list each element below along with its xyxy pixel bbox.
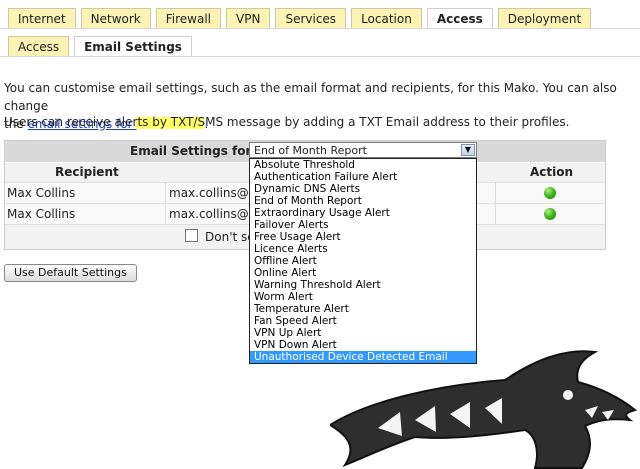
tab-divider bbox=[0, 28, 640, 29]
checkbox-label: Don't se bbox=[205, 230, 255, 244]
dropdown-option[interactable]: Offline Alert bbox=[250, 255, 476, 267]
dropdown-option[interactable]: End of Month Report bbox=[250, 195, 476, 207]
dropdown-option[interactable]: Absolute Threshold bbox=[250, 159, 476, 171]
status-green-icon[interactable] bbox=[544, 187, 556, 199]
col-recipient: Recipient bbox=[55, 165, 119, 179]
tab-vpn[interactable]: VPN bbox=[226, 8, 271, 28]
dont-send-checkbox[interactable] bbox=[185, 229, 198, 242]
tab-location[interactable]: Location bbox=[351, 8, 422, 28]
dropdown-option[interactable]: Worm Alert bbox=[250, 291, 476, 303]
subtab-divider bbox=[0, 56, 640, 57]
subtab-access[interactable]: Access bbox=[8, 36, 70, 56]
main-tab-bar: Internet Network Firewall VPN Services L… bbox=[8, 8, 596, 28]
subtab-email-settings[interactable]: Email Settings bbox=[74, 36, 192, 56]
dropdown-option[interactable]: Temperature Alert bbox=[250, 303, 476, 315]
status-green-icon[interactable] bbox=[544, 208, 556, 220]
tab-internet[interactable]: Internet bbox=[8, 8, 76, 28]
dropdown-option[interactable]: Failover Alerts bbox=[250, 219, 476, 231]
report-type-select[interactable]: End of Month Report ▼ bbox=[249, 142, 477, 158]
dropdown-option[interactable]: Fan Speed Alert bbox=[250, 315, 476, 327]
recipient-name: Max Collins bbox=[7, 207, 76, 221]
sms-info-text: Users can receive alerts by TXT/SMS mess… bbox=[4, 115, 570, 129]
chevron-down-icon[interactable]: ▼ bbox=[461, 144, 475, 156]
dropdown-option[interactable]: VPN Up Alert bbox=[250, 327, 476, 339]
dropdown-option[interactable]: Warning Threshold Alert bbox=[250, 279, 476, 291]
tab-deployment[interactable]: Deployment bbox=[497, 8, 592, 28]
dropdown-option[interactable]: Free Usage Alert bbox=[250, 231, 476, 243]
tab-access[interactable]: Access bbox=[426, 8, 493, 28]
recipient-email: max.collins@ir bbox=[169, 186, 258, 200]
report-type-dropdown: Absolute Threshold Authentication Failur… bbox=[249, 158, 477, 364]
tab-services[interactable]: Services bbox=[275, 8, 347, 28]
dropdown-option[interactable]: Dynamic DNS Alerts bbox=[250, 183, 476, 195]
shark-logo-icon bbox=[330, 350, 638, 469]
dropdown-option[interactable]: Authentication Failure Alert bbox=[250, 171, 476, 183]
dropdown-option[interactable]: Licence Alerts bbox=[250, 243, 476, 255]
tab-firewall[interactable]: Firewall bbox=[155, 8, 222, 28]
dropdown-option[interactable]: Online Alert bbox=[250, 267, 476, 279]
col-action: Action bbox=[530, 165, 574, 179]
sub-tab-bar: Access Email Settings bbox=[8, 36, 197, 56]
recipient-email: max.collins@ir bbox=[169, 207, 258, 221]
tab-network[interactable]: Network bbox=[80, 8, 151, 28]
select-value: End of Month Report bbox=[254, 144, 367, 157]
use-default-settings-button[interactable]: Use Default Settings bbox=[4, 264, 137, 282]
recipient-name: Max Collins bbox=[7, 186, 76, 200]
intro-line-1: You can customise email settings, such a… bbox=[4, 81, 617, 113]
email-settings-for-label: Email Settings for bbox=[130, 144, 252, 158]
dropdown-option[interactable]: Extraordinary Usage Alert bbox=[250, 207, 476, 219]
